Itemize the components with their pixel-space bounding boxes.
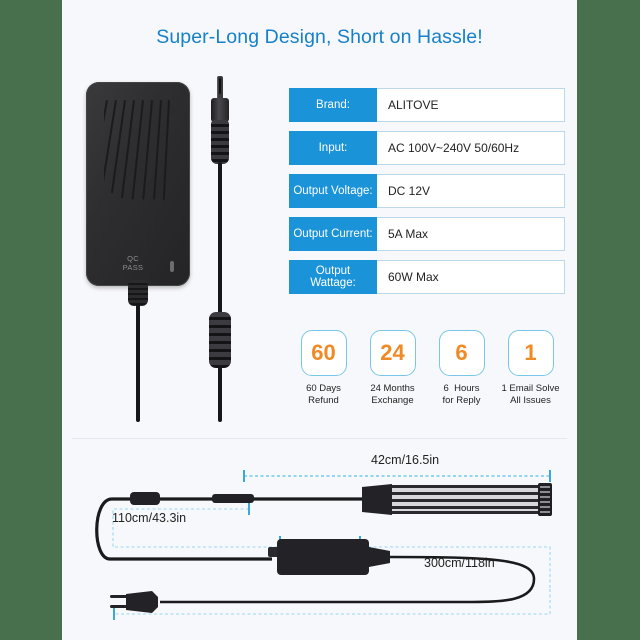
- spec-value: 5A Max: [377, 217, 565, 251]
- table-row: Output Current: 5A Max: [289, 217, 565, 251]
- badge-number: 24: [369, 330, 416, 376]
- infographic-canvas: Super-Long Design, Short on Hassle! QC P…: [0, 0, 640, 640]
- power-adapter-brick: QC PASS: [86, 82, 190, 286]
- cable-diagram-svg: [95, 470, 552, 620]
- spec-value: AC 100V~240V 50/60Hz: [377, 131, 565, 165]
- inline-connector-b: [212, 494, 254, 503]
- dc-plug-cord-lower: [218, 366, 222, 422]
- table-row: Input: AC 100V~240V 50/60Hz: [289, 131, 565, 165]
- guarantee-badges: 60 60 Days Refund 24 24 Months Exchange …: [289, 330, 565, 406]
- badge-caption: 60 Days Refund: [306, 383, 341, 406]
- badge-caption: 24 Months Exchange: [370, 383, 415, 406]
- dimension-label-dc-lead: 110cm/43.3in: [112, 511, 187, 525]
- guarantee-badge: 60 60 Days Refund: [289, 330, 358, 406]
- table-row: Output Voltage: DC 12V: [289, 174, 565, 208]
- inline-connector-a: [130, 492, 160, 505]
- badge-number: 1: [507, 330, 554, 376]
- dc-plug-assembly: [190, 72, 250, 422]
- specification-table: Brand: ALITOVE Input: AC 100V~240V 50/60…: [289, 88, 565, 303]
- dimension-label-ac-lead: 300cm/118in: [424, 556, 495, 570]
- cable-length-diagram: 42cm/16.5in 110cm/43.3in 300cm/118in: [72, 438, 567, 629]
- ac-wall-plug: [110, 591, 158, 613]
- guarantee-badge: 1 1 Email Solve All Issues: [496, 330, 565, 406]
- spec-key: Brand:: [289, 88, 377, 122]
- dc-plug-grip: [211, 120, 229, 164]
- spec-value: ALITOVE: [377, 88, 565, 122]
- qc-line-2: PASS: [122, 262, 144, 272]
- table-row: Output Wattage: 60W Max: [289, 260, 565, 294]
- ferrite-bead: [209, 312, 231, 368]
- guarantee-badge: 24 24 Months Exchange: [358, 330, 427, 406]
- guarantee-badge: 6 6 Hours for Reply: [427, 330, 496, 406]
- dc-plug-cord-upper: [218, 162, 222, 317]
- dc-barrel-housing: [211, 98, 229, 122]
- product-photo: QC PASS: [72, 72, 262, 422]
- badge-caption: 6 Hours for Reply: [442, 383, 481, 406]
- badge-caption: 1 Email Solve All Issues: [501, 383, 560, 406]
- splitter-head: [362, 484, 392, 515]
- spec-value: 60W Max: [377, 260, 565, 294]
- badge-number: 6: [438, 330, 485, 376]
- badge-number: 60: [300, 330, 347, 376]
- spec-key: Input:: [289, 131, 377, 165]
- dimension-label-splitter: 42cm/16.5in: [371, 453, 440, 467]
- qc-pass-label: QC PASS: [112, 254, 154, 272]
- vent-slots: [104, 100, 170, 200]
- page-title: Super-Long Design, Short on Hassle!: [156, 26, 483, 48]
- table-row: Brand: ALITOVE: [289, 88, 565, 122]
- strain-relief: [128, 280, 148, 306]
- brick-output-boot: [369, 547, 390, 567]
- spec-key: Output Current:: [289, 217, 377, 251]
- spec-value: DC 12V: [377, 174, 565, 208]
- inline-power-brick: [277, 539, 369, 575]
- dc-barrel-core: [219, 78, 221, 94]
- spec-key: Output Wattage:: [289, 260, 377, 294]
- dimension-splitter: [243, 470, 551, 482]
- adapter-output-cord: [136, 304, 140, 422]
- spec-key: Output Voltage:: [289, 174, 377, 208]
- ribbon-cable: [392, 485, 542, 514]
- led-indicator: [170, 261, 174, 272]
- content-panel: Super-Long Design, Short on Hassle! QC P…: [62, 0, 577, 640]
